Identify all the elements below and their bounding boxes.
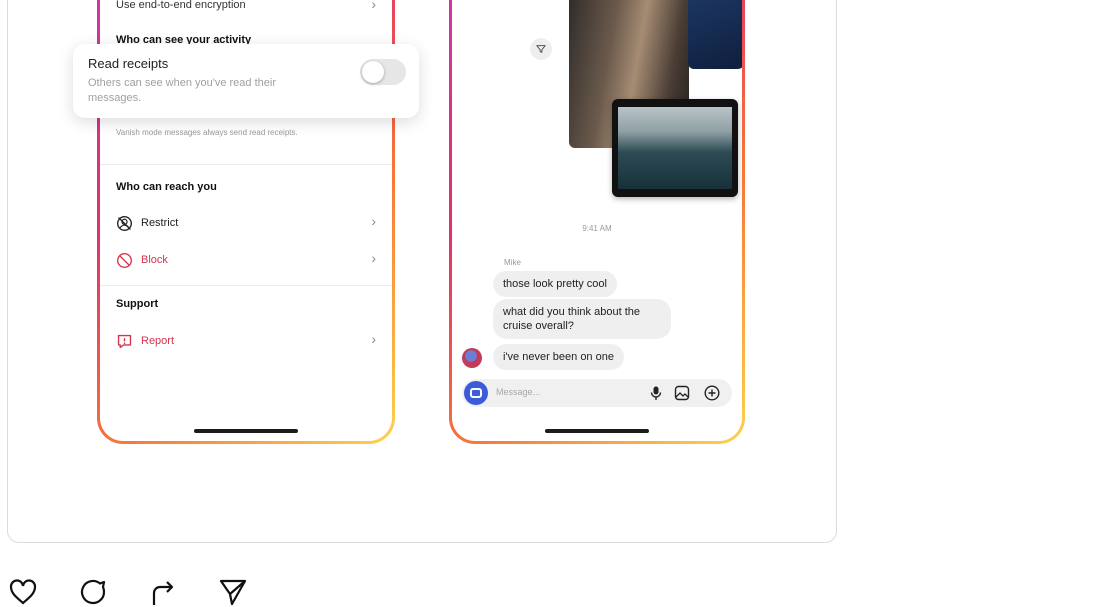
- home-indicator: [545, 429, 649, 433]
- chevron-right-icon: ›: [371, 0, 376, 12]
- chevron-right-icon: ›: [371, 331, 376, 347]
- message-bubble[interactable]: what did you think about the cruise over…: [493, 299, 671, 339]
- plus-circle-icon[interactable]: [704, 385, 720, 401]
- comment-icon[interactable]: [78, 577, 108, 607]
- timestamp: 9:41 AM: [582, 224, 612, 233]
- chevron-right-icon: ›: [371, 213, 376, 229]
- chat-photo[interactable]: [612, 99, 738, 197]
- gallery-icon[interactable]: [674, 385, 690, 401]
- sender-name: Mike: [504, 258, 521, 267]
- post-actions: [8, 577, 248, 607]
- report-icon: [117, 334, 132, 348]
- reaction-button[interactable]: [530, 38, 552, 60]
- report-label: Report: [141, 335, 175, 347]
- read-receipts-title: Read receipts: [88, 56, 169, 71]
- avatar: [462, 348, 482, 368]
- read-receipts-card: Read receipts Others can see when you've…: [73, 44, 419, 118]
- message-bubble[interactable]: those look pretty cool: [493, 271, 617, 297]
- read-receipts-description: Others can see when you've read their me…: [88, 77, 276, 104]
- message-bubble[interactable]: i've never been on one: [493, 344, 624, 370]
- divider: [100, 164, 392, 165]
- block-label: Block: [141, 254, 168, 266]
- block-icon: [117, 252, 132, 268]
- filter-icon: [536, 45, 546, 53]
- camera-icon[interactable]: [464, 381, 488, 405]
- reach-section-title: Who can reach you: [116, 181, 217, 193]
- e2e-row[interactable]: Use end-to-end encryption: [116, 0, 246, 11]
- heart-icon[interactable]: [8, 577, 38, 607]
- block-row[interactable]: Block: [116, 250, 168, 270]
- share-icon[interactable]: [148, 577, 178, 607]
- message-input[interactable]: Message...: [496, 387, 540, 397]
- chevron-right-icon: ›: [371, 250, 376, 266]
- restrict-row[interactable]: Restrict: [116, 213, 178, 233]
- vanish-mode-note: Vanish mode messages always send read re…: [116, 128, 298, 137]
- divider: [100, 285, 392, 286]
- support-section-title: Support: [116, 298, 159, 310]
- toggle-knob: [362, 61, 384, 83]
- report-row[interactable]: Report: [116, 331, 174, 351]
- chat-phone: 9:41 AM Mike those look pretty cool what…: [449, 0, 745, 444]
- read-receipts-toggle[interactable]: [360, 59, 406, 85]
- send-icon[interactable]: [218, 577, 248, 607]
- microphone-icon[interactable]: [648, 385, 664, 401]
- chat-photo[interactable]: [688, 0, 742, 69]
- restrict-label: Restrict: [141, 217, 179, 229]
- restrict-icon: [117, 215, 132, 231]
- home-indicator: [194, 429, 298, 433]
- message-composer[interactable]: Message...: [462, 379, 732, 407]
